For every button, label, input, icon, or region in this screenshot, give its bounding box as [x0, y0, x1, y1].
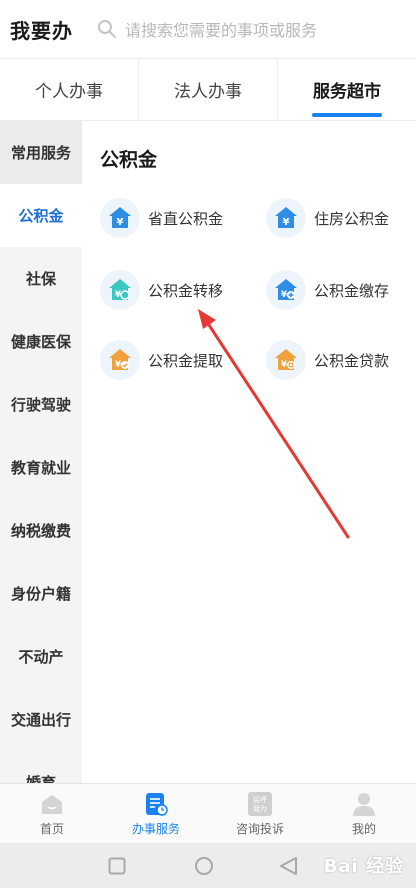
service-label: 省直公积金	[148, 209, 224, 228]
sidebar-item-education[interactable]: 教育就业	[0, 436, 82, 499]
service-label: 公积金提取	[148, 351, 224, 370]
service-label: 公积金转移	[148, 281, 224, 300]
sidebar-item-marriage[interactable]: 婚育	[0, 751, 82, 783]
service-fund-withdraw[interactable]: ¥ 公积金提取	[100, 338, 223, 382]
home-circle-icon[interactable]	[194, 856, 214, 876]
service-fund-transfer[interactable]: ¥ 公积金转移	[100, 268, 223, 312]
svg-text:¥: ¥	[281, 360, 288, 370]
nav-label: 首页	[39, 821, 64, 836]
nav-home[interactable]: 首页	[0, 784, 104, 843]
main-content: 公积金 ¥ 省直公积金 ¥ 住房公积金 ¥ 公积金转移 ¥ 公积金缴存 ¥ 公积…	[82, 121, 416, 783]
service-housing-fund[interactable]: ¥ 住房公积金	[266, 196, 389, 240]
house-transfer-icon: ¥	[100, 270, 140, 310]
service-label: 住房公积金	[314, 209, 390, 228]
nav-consult[interactable]: 民呼 我为 咨询投诉	[208, 784, 312, 843]
sidebar-item-common[interactable]: 常用服务	[0, 121, 82, 184]
service-label: 公积金贷款	[314, 351, 390, 370]
sidebar-item-driving[interactable]: 行驶驾驶	[0, 373, 82, 436]
nav-profile[interactable]: 我的	[312, 784, 416, 843]
page-title: 我要办	[10, 18, 73, 43]
nav-services[interactable]: 办事服务	[104, 784, 208, 843]
house-yuan-icon: ¥	[266, 198, 306, 238]
svg-text:¥: ¥	[115, 360, 122, 370]
consult-icon-text-top: 民呼	[253, 795, 267, 804]
svg-text:¥: ¥	[283, 217, 290, 228]
recent-apps-icon[interactable]	[108, 857, 126, 875]
header: 我要办 请搜索您需要的事项或服务	[0, 0, 416, 58]
back-icon[interactable]	[278, 856, 298, 876]
svg-text:¥: ¥	[281, 290, 288, 300]
sidebar-item-identity[interactable]: 身份户籍	[0, 562, 82, 625]
tab-service-market[interactable]: 服务超市	[277, 59, 416, 120]
tab-personal[interactable]: 个人办事	[0, 59, 138, 120]
sidebar-item-tax[interactable]: 纳税缴费	[0, 499, 82, 562]
sidebar-item-real-estate[interactable]: 不动产	[0, 625, 82, 688]
house-withdraw-icon: ¥	[100, 340, 140, 380]
service-fund-deposit[interactable]: ¥ 公积金缴存	[266, 268, 389, 312]
section-title: 公积金	[100, 149, 158, 171]
svg-text:¥: ¥	[117, 217, 124, 228]
house-yuan-icon: ¥	[100, 198, 140, 238]
search-icon	[98, 20, 116, 38]
home-icon	[42, 794, 62, 814]
consult-icon-text-bottom: 我为	[253, 804, 267, 813]
sidebar-item-housing-fund[interactable]: 公积金	[0, 184, 82, 247]
nav-label: 我的	[351, 821, 376, 836]
category-sidebar[interactable]: 常用服务 公积金 社保 健康医保 行驶驾驶 教育就业 纳税缴费 身份户籍 不动产…	[0, 121, 82, 783]
top-tabs: 个人办事 法人办事 服务超市	[0, 58, 416, 121]
service-fund-loan[interactable]: ¥ 公积金贷款	[266, 338, 389, 382]
house-loan-icon: ¥	[266, 340, 306, 380]
nav-label: 咨询投诉	[235, 821, 284, 836]
tab-corporate[interactable]: 法人办事	[138, 59, 277, 120]
service-icon	[146, 792, 168, 816]
house-deposit-icon: ¥	[266, 270, 306, 310]
sidebar-item-transport[interactable]: 交通出行	[0, 688, 82, 751]
baidu-watermark: Bai 经验	[323, 856, 404, 877]
service-label: 公积金缴存	[314, 281, 390, 300]
consult-icon: 民呼 我为	[248, 791, 272, 816]
search-placeholder[interactable]: 请搜索您需要的事项或服务	[125, 17, 317, 41]
service-provincial-fund[interactable]: ¥ 省直公积金	[100, 196, 223, 240]
sidebar-item-health-insurance[interactable]: 健康医保	[0, 310, 82, 373]
bottom-nav: 首页 办事服务 民呼 我为 咨询投诉 我的	[0, 783, 416, 843]
search-bar[interactable]: 请搜索您需要的事项或服务	[97, 9, 317, 49]
nav-label: 办事服务	[131, 821, 180, 836]
profile-icon	[353, 792, 375, 816]
sidebar-item-social-security[interactable]: 社保	[0, 247, 82, 310]
